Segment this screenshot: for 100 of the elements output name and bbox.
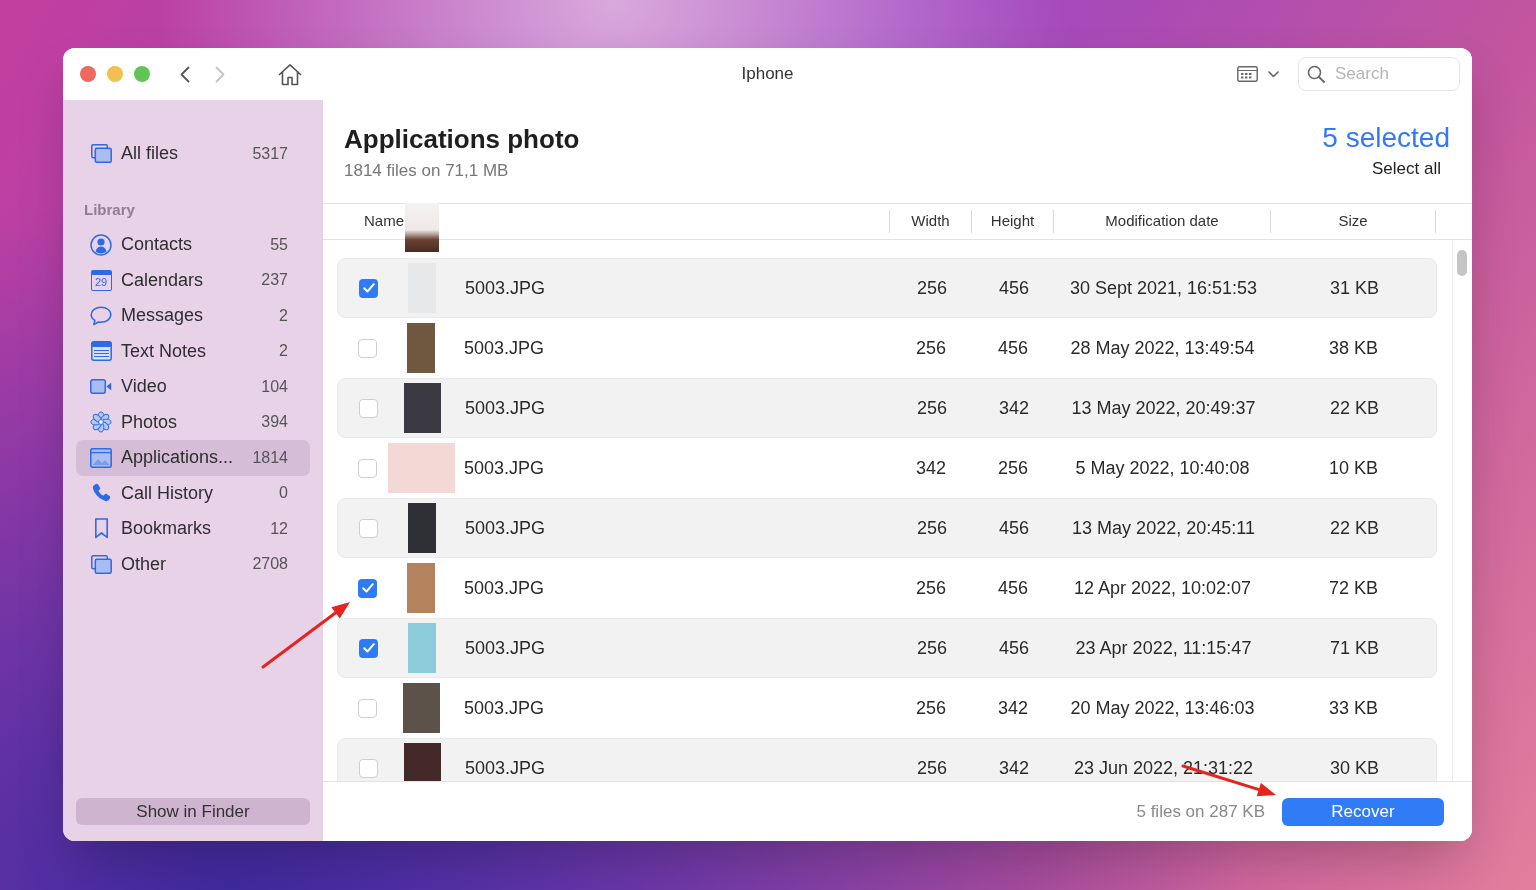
image-height: 256 [997, 456, 1028, 480]
item-count: 104 [261, 376, 288, 397]
scrollbar-thumb[interactable] [1457, 250, 1467, 276]
flower-icon [90, 411, 112, 434]
sidebar-item[interactable]: Video 104 [76, 369, 310, 405]
sidebar-item[interactable]: All files 5317 [76, 136, 310, 172]
file-name: 5003.JPG [465, 756, 546, 780]
image-width: 256 [916, 636, 947, 660]
sidebar-item[interactable]: 29 Calendars 237 [76, 262, 310, 298]
search-icon [1307, 65, 1325, 83]
notes-icon [90, 341, 112, 362]
file-row[interactable]: 5003.JPG 256 342 23 Jun 2022, 21:31:22 30 KB [337, 738, 1437, 781]
sidebar-item[interactable]: Text Notes 2 [76, 333, 310, 369]
home-icon[interactable] [278, 62, 302, 86]
checkbox[interactable] [358, 578, 377, 598]
photo-thumbnail [408, 503, 436, 553]
file-row[interactable]: 5003.JPG 256 456 13 May 2022, 20:45:11 22 KB [337, 498, 1437, 558]
bookmark-icon [93, 518, 109, 540]
stacked-squares-icon [90, 144, 112, 164]
modification-date: 28 May 2022, 13:49:54 [1070, 336, 1255, 360]
search-field[interactable]: Search [1298, 57, 1460, 91]
minimize-button[interactable] [107, 66, 123, 82]
modification-date: 23 Jun 2022, 21:31:22 [1073, 756, 1254, 780]
file-row[interactable]: 5003.JPG 256 342 13 May 2022, 20:49:37 22 KB [337, 378, 1437, 438]
item-count: 2 [279, 341, 288, 362]
speech-bubble-icon [90, 305, 112, 326]
photo-thumbnail [387, 443, 455, 493]
show-in-finder-button[interactable]: Show in Finder [76, 798, 310, 825]
file-summary: 1814 files on 71,1 MB [344, 160, 510, 182]
photo-thumbnail [403, 743, 441, 781]
image-height: 342 [998, 756, 1029, 780]
modification-date: 20 May 2022, 13:46:03 [1070, 696, 1255, 720]
item-count: 0 [279, 483, 288, 504]
checkbox[interactable] [359, 398, 378, 418]
caret-icon[interactable] [1268, 70, 1279, 78]
file-name: 5003.JPG [465, 516, 546, 540]
image-height: 456 [997, 576, 1028, 600]
column-header[interactable]: Modification date [1054, 210, 1271, 233]
item-count: 55 [270, 234, 288, 255]
checkbox[interactable] [359, 278, 378, 298]
file-row[interactable]: 5003.JPG 256 456 30 Sept 2021, 16:51:53 31 KB [337, 258, 1437, 318]
image-width: 256 [916, 276, 947, 300]
item-count: 1814 [252, 447, 288, 468]
file-size: 22 KB [1329, 516, 1379, 540]
sidebar-item[interactable]: Contacts 55 [76, 227, 310, 263]
sidebar-item[interactable]: Applications... 1814 [76, 440, 310, 476]
modification-date: 5 May 2022, 10:40:08 [1075, 456, 1250, 480]
checkbox[interactable] [359, 518, 378, 538]
image-height: 456 [998, 516, 1029, 540]
file-size: 38 KB [1328, 336, 1378, 360]
image-height: 456 [998, 636, 1029, 660]
column-header[interactable]: Height [972, 210, 1054, 233]
photo-thumbnail [402, 683, 440, 733]
select-all-button[interactable]: Select all [1372, 158, 1441, 180]
item-count: 12 [270, 518, 288, 539]
item-count: 394 [261, 412, 288, 433]
file-name: 5003.JPG [464, 576, 545, 600]
checkbox[interactable] [358, 338, 377, 358]
sidebar-item[interactable]: Messages 2 [76, 298, 310, 334]
modification-date: 13 May 2022, 20:45:11 [1072, 516, 1255, 540]
sidebar-item[interactable]: Other 2708 [76, 546, 310, 582]
image-width: 256 [915, 576, 946, 600]
back-chevron-icon[interactable] [180, 65, 190, 83]
checkmark-icon [361, 583, 374, 593]
video-camera-icon [90, 379, 112, 395]
checkmark-icon [362, 283, 375, 293]
checkbox[interactable] [359, 638, 378, 658]
modification-date: 13 May 2022, 20:49:37 [1071, 396, 1256, 420]
person-circle-icon [90, 233, 112, 256]
modification-date: 12 Apr 2022, 10:02:07 [1073, 576, 1252, 600]
section-label: Library [83, 199, 136, 220]
file-size: 33 KB [1328, 696, 1378, 720]
photo-thumbnail [405, 203, 439, 252]
column-header[interactable]: Width [890, 210, 972, 233]
selection-summary: 5 files on 287 KB [1136, 800, 1265, 823]
checkbox[interactable] [358, 458, 377, 478]
file-name: 5003.JPG [465, 636, 546, 660]
modification-date: 23 Apr 2022, 11:15:47 [1075, 636, 1252, 660]
item-count: 5317 [252, 143, 288, 164]
item-count: 2708 [252, 554, 288, 575]
sidebar-item[interactable]: Photos 394 [76, 404, 310, 440]
photo-thumbnail [407, 563, 435, 613]
image-height: 342 [997, 696, 1028, 720]
checkbox[interactable] [358, 698, 377, 718]
recover-button[interactable]: Recover [1282, 797, 1444, 826]
column-header[interactable]: Size [1271, 210, 1436, 233]
close-button[interactable] [80, 66, 96, 82]
checkbox[interactable] [359, 758, 378, 778]
sidebar-item[interactable]: Call History 0 [76, 475, 310, 511]
zoom-button[interactable] [134, 66, 150, 82]
image-width: 342 [915, 456, 946, 480]
item-count: 237 [261, 270, 288, 291]
file-row[interactable]: 5003.JPG 256 456 23 Apr 2022, 11:15:47 71 KB [337, 618, 1437, 678]
phone-icon [91, 483, 111, 504]
sidebar-item[interactable]: Bookmarks 12 [76, 511, 310, 547]
photo-thumbnail [408, 623, 436, 673]
photo-thumbnail [407, 323, 435, 373]
grid-view-icon[interactable] [1237, 66, 1258, 82]
page-title: Applications photo [344, 123, 580, 155]
image-width: 256 [915, 336, 946, 360]
